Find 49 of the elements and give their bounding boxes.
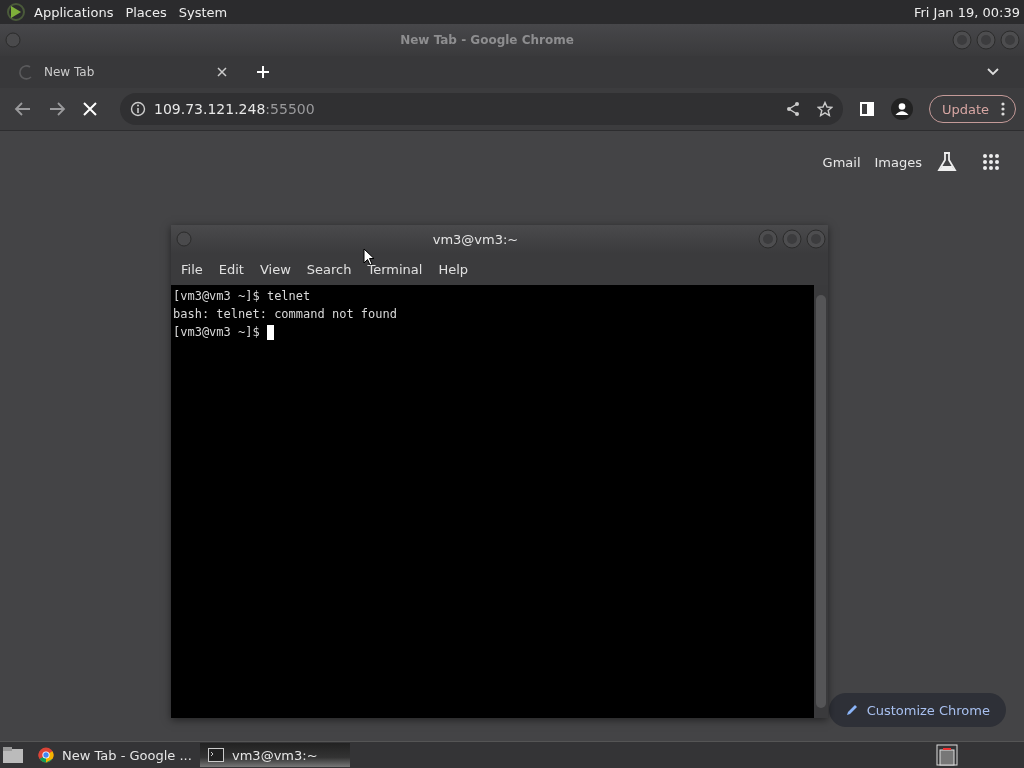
menu-item[interactable]: Terminal — [359, 261, 431, 277]
menu-item[interactable]: View — [251, 261, 299, 277]
mouse-pointer-icon — [363, 248, 375, 266]
window-title: New Tab - Google Chrome — [399, 33, 575, 47]
back-icon[interactable] — [14, 101, 32, 117]
pencil-icon — [844, 703, 859, 717]
info-icon[interactable] — [130, 101, 146, 117]
close-icon[interactable] — [216, 66, 228, 78]
terminal-line: [vm3@vm3 ~]$ — [173, 325, 261, 339]
apps-grid-icon[interactable] — [982, 153, 1000, 171]
terminal-icon — [208, 748, 224, 762]
menu-item[interactable]: Edit — [210, 261, 252, 277]
scrollbar[interactable] — [814, 285, 828, 718]
taskbar-button[interactable]: vm3@vm3:~ — [200, 743, 350, 767]
loading-spinner-icon — [18, 64, 34, 80]
chrome-logo-icon — [38, 747, 54, 763]
terminal-line: [vm3@vm3 ~]$ telnet — [173, 289, 311, 303]
trash-icon[interactable] — [936, 744, 958, 766]
new-tab-icon[interactable] — [256, 65, 270, 79]
clock[interactable]: Fri Jan 19, 00:39 — [913, 4, 1020, 20]
url-port-text: :55500 — [265, 101, 315, 117]
star-icon[interactable] — [816, 101, 833, 117]
header-link[interactable]: Images — [874, 154, 922, 170]
customize-button[interactable]: Customize Chrome — [828, 693, 1006, 727]
distro-logo-icon[interactable] — [6, 2, 26, 22]
browser-tab[interactable]: New Tab — [12, 58, 234, 86]
more-icon[interactable] — [1001, 102, 1005, 116]
chevron-down-icon[interactable] — [986, 67, 1000, 77]
url-host-text: 109.73.121.248 — [154, 101, 266, 117]
update-button[interactable]: Update — [928, 95, 1016, 123]
taskbar-button[interactable]: New Tab - Google ... — [30, 743, 194, 767]
tab-title: New Tab — [44, 65, 96, 79]
terminal-line: bash: telnet: command not found — [173, 307, 397, 321]
flask-icon[interactable] — [936, 151, 958, 173]
side-panel-icon[interactable] — [858, 101, 875, 117]
panel-menu[interactable]: System — [178, 4, 228, 20]
menu-item[interactable]: Help — [430, 261, 477, 277]
text-cursor — [266, 324, 274, 340]
address-bar[interactable]: 109.73.121.248:55500 — [120, 93, 843, 125]
menu-item[interactable]: File — [173, 261, 211, 277]
panel-menu[interactable]: Places — [125, 4, 167, 20]
header-link[interactable]: Gmail — [822, 154, 861, 170]
window-title: vm3@vm3:~ — [431, 231, 520, 247]
forward-icon[interactable] — [48, 101, 66, 117]
menu-item[interactable]: Search — [298, 261, 360, 277]
stop-icon[interactable] — [82, 101, 98, 117]
panel-menu[interactable]: Applications — [34, 4, 114, 20]
share-icon[interactable] — [784, 101, 801, 117]
profile-icon[interactable] — [890, 98, 913, 120]
